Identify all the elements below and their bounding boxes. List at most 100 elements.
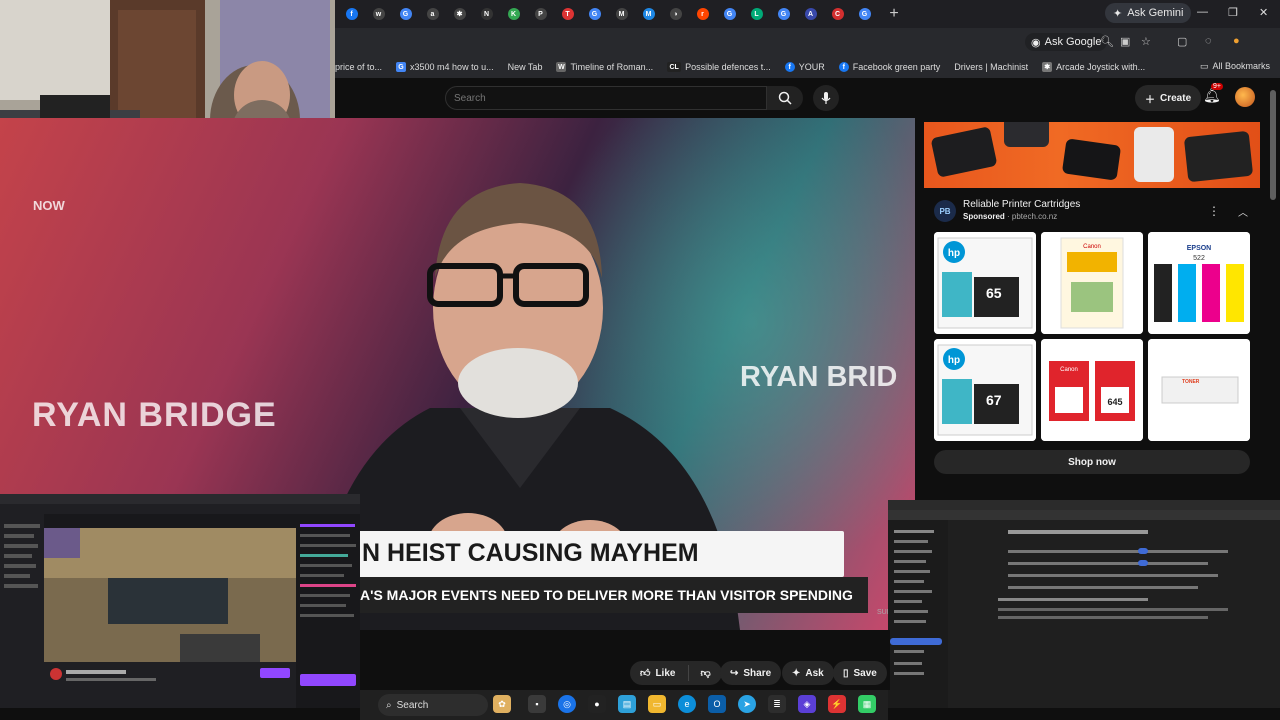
ad-sponsor-line: Sponsored · pbtech.co.nz <box>963 212 1058 221</box>
browser-tab[interactable]: L <box>746 4 767 24</box>
facebook-icon: f <box>838 62 849 72</box>
ask-google-label: Ask Google <box>1044 36 1102 48</box>
taskbar-search[interactable]: ⌕ Search <box>378 694 488 716</box>
browser-tab[interactable]: G <box>719 4 740 24</box>
advertiser-logo[interactable]: PB <box>934 200 956 222</box>
file-explorer-icon[interactable]: ▭ <box>648 695 666 713</box>
ad-product-tile[interactable]: hp 67 <box>934 339 1036 441</box>
bookmark-label: Arcade Joystick with... <box>1056 62 1146 72</box>
browser-tab[interactable]: G <box>854 4 875 24</box>
create-button[interactable]: ＋ Create <box>1135 85 1202 111</box>
google-icon: G <box>396 62 407 72</box>
browser-tab[interactable]: a <box>422 4 443 24</box>
ad-title[interactable]: Reliable Printer Cartridges <box>963 199 1080 210</box>
all-bookmarks-button[interactable]: ▭ All Bookmarks <box>1200 61 1270 72</box>
edge-icon[interactable]: e <box>678 695 696 713</box>
tab-favicon-icon: G <box>858 8 871 20</box>
ink-cartridge-image: hp 65 <box>934 232 1036 334</box>
bookmark-item[interactable]: price of to... <box>335 62 382 72</box>
browser-tab[interactable]: P <box>530 4 551 24</box>
save-button[interactable]: ▯ Save <box>833 661 887 685</box>
task-view-icon[interactable]: ▪ <box>528 695 546 713</box>
ad-product-tile[interactable]: TONER <box>1148 339 1250 441</box>
thumbs-down-icon[interactable]: 👎︎ <box>700 667 710 679</box>
telegram-icon[interactable]: ➤ <box>738 695 756 713</box>
page-scrollbar[interactable] <box>1270 90 1276 200</box>
search-input[interactable] <box>445 86 767 110</box>
bookmark-star-icon[interactable]: ☆ <box>1141 35 1151 48</box>
folder-icon: ▭ <box>1199 61 1209 71</box>
outlook-icon[interactable]: O <box>708 695 726 713</box>
like-divider <box>688 665 690 681</box>
close-window-button[interactable]: ✕ <box>1259 6 1268 19</box>
bookmark-item[interactable]: f Facebook green party <box>838 62 940 72</box>
ad-product-number: 65 <box>986 285 1002 301</box>
bookmark-item[interactable]: f YOUR <box>784 62 825 72</box>
ask-button[interactable]: ✦ Ask <box>782 661 834 685</box>
maximize-button[interactable]: ❐ <box>1228 6 1238 19</box>
browser-tab[interactable]: K <box>503 4 524 24</box>
account-avatar-icon[interactable]: ● <box>1233 35 1240 47</box>
notifications-button[interactable]: 🔔︎ 9+ <box>1203 83 1223 104</box>
browser-tab[interactable]: M <box>611 4 632 24</box>
more-options-icon[interactable]: ⋮ <box>1208 204 1220 218</box>
obs-icon[interactable]: ● <box>588 695 606 713</box>
shop-now-button[interactable]: Shop now <box>934 450 1250 474</box>
browser-tab[interactable]: A <box>800 4 821 24</box>
video-bg-text-left: RYAN BRIDGE <box>32 396 277 434</box>
ad-banner-image[interactable] <box>924 122 1260 188</box>
notification-badge: 9+ <box>1211 83 1223 90</box>
like-button[interactable]: 👍︎ Like 👎︎ <box>630 661 722 685</box>
bookmark-item[interactable]: CL Possible defences t... <box>667 62 771 72</box>
all-bookmarks-label: All Bookmarks <box>1212 61 1270 71</box>
ad-product-tile[interactable]: Canon <box>1041 232 1143 334</box>
browser-tab[interactable]: G <box>773 4 794 24</box>
new-tab-button[interactable]: + <box>885 5 903 23</box>
minimize-button[interactable]: — <box>1197 6 1208 18</box>
chrome-icon[interactable]: ◎ <box>558 695 576 713</box>
twitch-stream-image <box>0 494 360 708</box>
zoom-icon[interactable]: 🔍︎ <box>1100 35 1114 48</box>
arcade-icon: ✱ <box>1042 62 1053 72</box>
browser-tab[interactable]: C <box>827 4 848 24</box>
voice-search-button[interactable] <box>813 85 839 111</box>
browser-tab[interactable]: w <box>368 4 389 24</box>
taskbar-search-label: Search <box>396 699 429 711</box>
ask-gemini-button[interactable]: ✦ Ask Gemini <box>1105 3 1192 23</box>
bookmark-item[interactable]: ✱ Arcade Joystick with... <box>1042 62 1145 72</box>
create-label: Create <box>1160 92 1192 104</box>
search-button[interactable] <box>767 86 803 110</box>
tab-favicon-icon: G <box>723 8 736 20</box>
chevron-up-icon[interactable]: ︿ <box>1238 204 1248 219</box>
browser-tab[interactable]: ✱ <box>449 4 470 24</box>
bookmark-item[interactable]: Drivers | Machinist <box>954 62 1028 72</box>
browser-tab[interactable]: r <box>692 4 713 24</box>
browser-tab[interactable]: f <box>341 4 362 24</box>
ad-product-tile[interactable]: hp 65 <box>934 232 1036 334</box>
browser-tab[interactable]: T <box>557 4 578 24</box>
profile-icon[interactable]: ◌ <box>1205 35 1212 47</box>
bookmark-item[interactable]: Gx3500 m4 how to u... <box>396 62 494 72</box>
share-button[interactable]: ↪ Share <box>720 661 782 685</box>
browser-tab[interactable]: G <box>584 4 605 24</box>
avatar[interactable] <box>1235 87 1255 107</box>
bookmark-item[interactable]: New Tab <box>508 62 543 72</box>
notepad-icon[interactable]: ≣ <box>768 695 786 713</box>
browser-tab[interactable]: M <box>638 4 659 24</box>
app-icon[interactable]: ⚡ <box>828 695 846 713</box>
ad-product-tile[interactable]: EPSON 522 <box>1148 232 1250 334</box>
app-icon[interactable]: ▤ <box>618 695 636 713</box>
browser-tab[interactable]: ◑ <box>665 4 686 24</box>
ad-product-tile[interactable]: Canon 645 <box>1041 339 1143 441</box>
screencast-icon[interactable]: ▣ <box>1120 35 1130 48</box>
app-icon[interactable]: ◈ <box>798 695 816 713</box>
ask-google-button[interactable]: ◉ Ask Google <box>1025 33 1108 51</box>
taskbar-widget-icon[interactable]: ✿ <box>493 695 511 713</box>
bookmark-item[interactable]: W Timeline of Roman... <box>556 62 653 72</box>
app-icon[interactable]: ▦ <box>858 695 876 713</box>
extensions-icon[interactable]: ▢ <box>1177 35 1187 48</box>
like-label: Like <box>655 667 676 679</box>
browser-tab[interactable]: G <box>395 4 416 24</box>
bookmark-label: Timeline of Roman... <box>570 62 654 72</box>
browser-tab[interactable]: N <box>476 4 497 24</box>
